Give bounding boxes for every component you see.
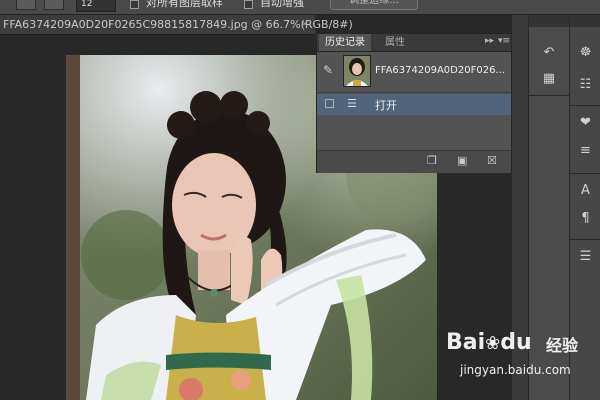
dock2-header (570, 15, 600, 27)
history-brush-icon[interactable]: ✎ (323, 63, 333, 77)
dock2-divider-3 (570, 239, 600, 240)
auto-enhance-label: 自动增强 (260, 0, 304, 9)
snapshot-thumbnail (343, 55, 371, 87)
document-icon: ☰ (347, 97, 357, 110)
paw-icon: ❀ (485, 333, 501, 354)
notes-icon[interactable]: ☰ (570, 249, 600, 264)
watermark-logo-prefix: Bai (446, 330, 486, 355)
watermark-logo: Bai❀du (446, 330, 532, 355)
brush-picker-button[interactable] (44, 0, 64, 10)
camera-icon[interactable]: ▣ (457, 154, 467, 167)
snapshot-label: FFA6374209A0D20F026... (375, 65, 505, 76)
watermark-cn: 经验 (546, 336, 579, 355)
history-state-row[interactable]: ☰ 打开 (317, 94, 511, 115)
watermark-logo-suffix: du (500, 330, 532, 355)
baidu-watermark: Bai❀du 经验 jingyan.baidu.com (446, 330, 596, 390)
tab-properties[interactable]: 属性 (379, 34, 411, 51)
options-bar: 12 对所有图层取样 自动增强 调整边缘... (0, 0, 600, 15)
close-tab-icon[interactable]: × (300, 17, 309, 30)
new-document-icon[interactable]: ❐ (427, 154, 437, 167)
snapshot-row[interactable]: ✎ FFA6374209A0D20F026... (317, 52, 511, 93)
dock2-divider-1 (570, 105, 600, 106)
brush-settings-icon[interactable]: ❤ (570, 115, 600, 130)
panel-header: 历史记录 属性 ▸▸ ▾≡ (317, 34, 511, 52)
auto-enhance-checkbox[interactable] (244, 0, 253, 9)
adjustment-icon[interactable]: ☸ (570, 45, 600, 60)
sliders-icon[interactable]: ≡ (570, 143, 600, 158)
properties-panel-icon[interactable]: ▦ (529, 71, 569, 86)
panel-footer: ❐ ▣ ☒ (317, 150, 511, 173)
refine-edge-button[interactable]: 调整边缘... (330, 0, 418, 10)
watermark-url: jingyan.baidu.com (460, 363, 571, 377)
tab-history[interactable]: 历史记录 (319, 34, 371, 51)
dock-header (529, 15, 569, 27)
brush-tool-button[interactable] (16, 0, 36, 10)
state-checkbox[interactable] (325, 99, 334, 108)
panel-menu-icon[interactable]: ▾≡ (498, 36, 510, 46)
dock-divider (529, 95, 569, 96)
expand-panel-icon[interactable]: ▸▸ (485, 36, 494, 46)
trash-icon[interactable]: ☒ (487, 154, 497, 167)
sample-all-layers-checkbox[interactable] (130, 0, 139, 9)
document-tab[interactable]: FFA6374209A0D20F0265C98815817849.jpg @ 6… (0, 15, 353, 35)
brush-size-field[interactable]: 12 (76, 0, 116, 12)
history-state-label: 打开 (375, 99, 397, 112)
character-icon[interactable]: A (570, 183, 600, 198)
history-panel-icon[interactable]: ↶ (529, 45, 569, 60)
sample-all-layers-label: 对所有图层取样 (146, 0, 223, 9)
grid-icon[interactable]: ☷ (570, 77, 600, 92)
dock2-divider-2 (570, 173, 600, 174)
history-panel: 历史记录 属性 ▸▸ ▾≡ ✎ FFA6374209A0D20F026... ☰… (316, 33, 512, 173)
paragraph-icon[interactable]: ¶ (570, 211, 600, 226)
